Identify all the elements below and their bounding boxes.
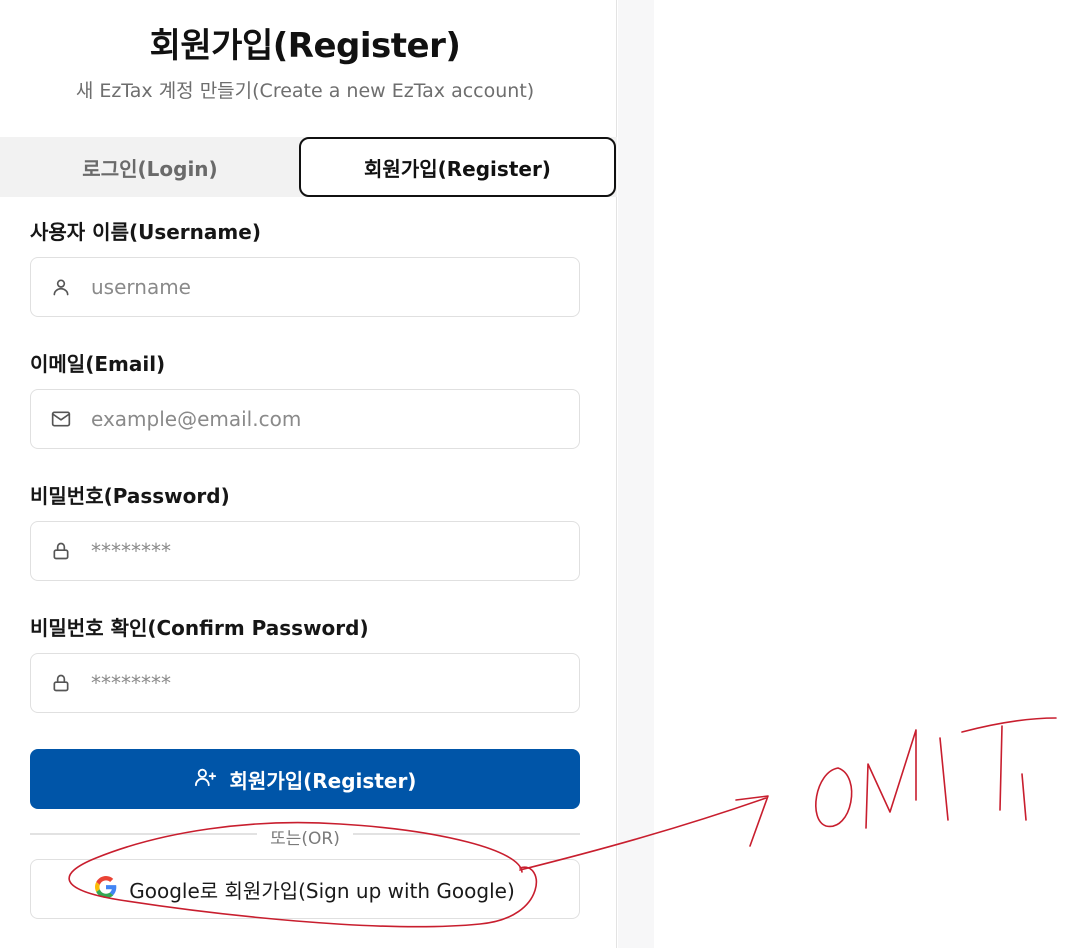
register-button-label: 회원가입(Register) bbox=[229, 768, 417, 793]
register-card: 회원가입(Register) 새 EzTax 계정 만들기(Create a n… bbox=[0, 0, 617, 948]
page-title: 회원가입(Register) bbox=[149, 26, 461, 66]
lock-icon bbox=[31, 521, 91, 581]
password-input[interactable] bbox=[91, 531, 561, 571]
confirm-password-field bbox=[30, 653, 580, 713]
annotation-letter-m bbox=[865, 729, 917, 829]
user-icon bbox=[31, 257, 91, 317]
google-logo-icon bbox=[95, 875, 117, 903]
tab-login[interactable]: 로그인(Login) bbox=[0, 137, 300, 197]
email-label: 이메일(Email) bbox=[30, 352, 166, 376]
confirm-password-label: 비밀번호 확인(Confirm Password) bbox=[30, 616, 369, 640]
lock-icon bbox=[31, 653, 91, 713]
password-field bbox=[30, 521, 580, 581]
user-plus-icon bbox=[194, 766, 218, 793]
google-signup-button[interactable]: Google로 회원가입(Sign up with Google) bbox=[30, 859, 580, 919]
username-label: 사용자 이름(Username) bbox=[30, 220, 261, 244]
page-subtitle: 새 EzTax 계정 만들기(Create a new EzTax accoun… bbox=[75, 80, 535, 102]
register-button[interactable]: 회원가입(Register) bbox=[30, 749, 580, 809]
google-signup-label: Google로 회원가입(Sign up with Google) bbox=[129, 878, 515, 903]
email-input[interactable] bbox=[91, 399, 561, 439]
annotation-arrow-head bbox=[735, 795, 769, 847]
tab-register[interactable]: 회원가입(Register) bbox=[299, 137, 616, 197]
auth-tabs: 로그인(Login) 회원가입(Register) bbox=[0, 137, 617, 197]
annotation-letter-o bbox=[815, 767, 853, 827]
username-input[interactable] bbox=[91, 267, 561, 307]
or-divider-label: 또는(OR) bbox=[257, 824, 353, 849]
page-backdrop bbox=[618, 0, 654, 948]
username-field bbox=[30, 257, 580, 317]
annotation-letter-t bbox=[961, 717, 1057, 821]
annotation-letter-i bbox=[939, 737, 949, 821]
mail-icon bbox=[31, 389, 91, 449]
email-field bbox=[30, 389, 580, 449]
confirm-password-input[interactable] bbox=[91, 663, 561, 703]
password-label: 비밀번호(Password) bbox=[30, 484, 230, 508]
